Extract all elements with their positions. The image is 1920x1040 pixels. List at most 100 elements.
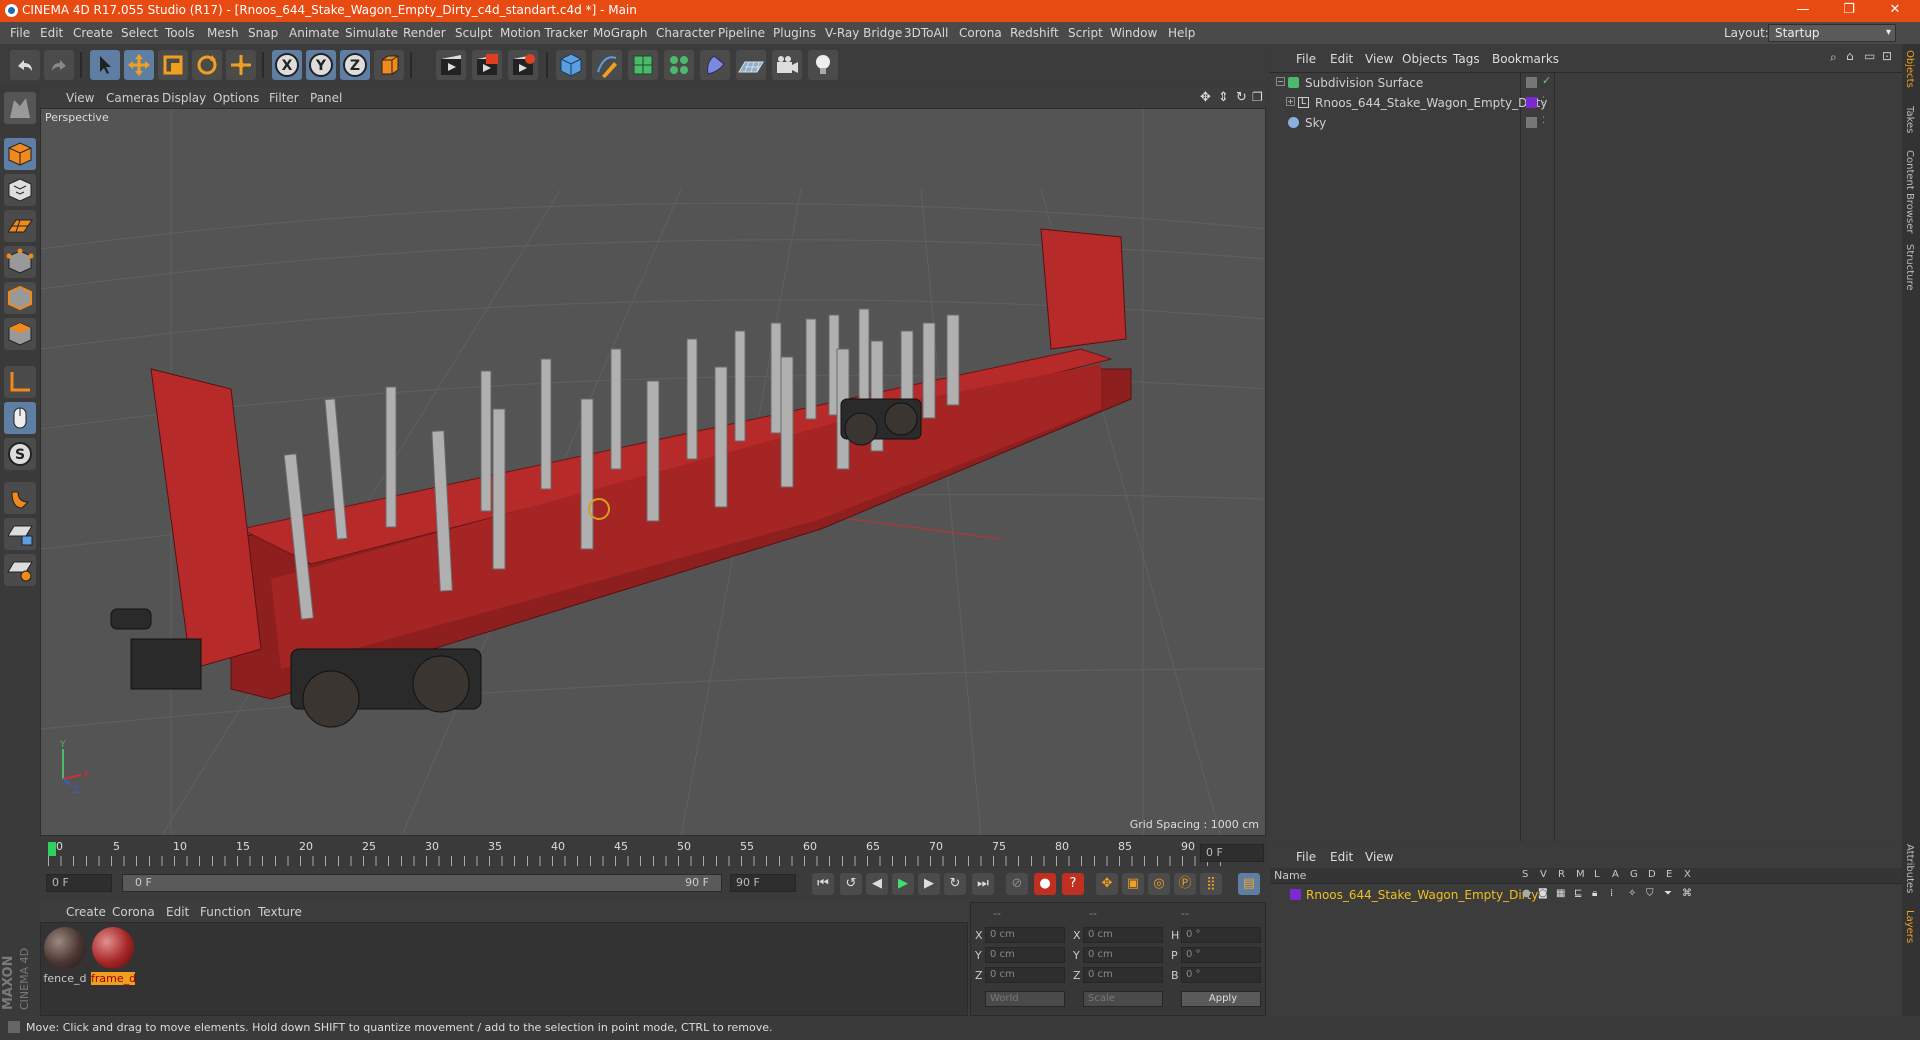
play-icon[interactable]: ▶ [892, 873, 914, 895]
objects-menu-bookmarks[interactable]: Bookmarks [1492, 52, 1559, 66]
layer-tag-icon[interactable] [1526, 117, 1537, 128]
expression-flag-icon[interactable]: ⏷ [1664, 888, 1672, 899]
deformer-flag-icon[interactable]: ⛉ [1646, 888, 1654, 899]
objects-menu-file[interactable]: File [1296, 52, 1316, 66]
subdivision-icon[interactable] [628, 50, 658, 80]
viewport-zoom-icon[interactable]: ⇕ [1218, 90, 1229, 105]
menu-sculpt[interactable]: Sculpt [455, 26, 492, 40]
solo-flag-icon[interactable]: ● [1522, 888, 1531, 899]
menu-window[interactable]: Window [1110, 26, 1157, 40]
material-menu-texture[interactable]: Texture [258, 905, 302, 919]
lock-flag-icon[interactable]: 🔒︎ [1592, 888, 1597, 899]
floor-icon[interactable] [736, 50, 766, 80]
menu-tools[interactable]: Tools [165, 26, 195, 40]
move-alt-icon[interactable] [226, 50, 256, 80]
tweak-mode-icon[interactable] [4, 402, 36, 434]
frame-range-slider[interactable]: 0 F 90 F [122, 874, 722, 892]
snap-icon[interactable]: S [4, 438, 36, 470]
x-axis-icon[interactable]: X [272, 50, 302, 80]
collapse-icon[interactable]: − [1276, 77, 1285, 86]
menu-file[interactable]: File [10, 26, 30, 40]
viewport-menu-panel[interactable]: Panel [310, 91, 342, 105]
viewport-rotate-icon[interactable]: ↻ [1236, 90, 1247, 105]
axis-mode-icon[interactable] [4, 366, 36, 398]
layers-menu-view[interactable]: View [1365, 850, 1393, 864]
planar-workplane-icon[interactable] [4, 554, 36, 586]
material-menu-corona[interactable]: Corona [112, 905, 155, 919]
home-icon[interactable]: ⌂ [1846, 49, 1854, 63]
timeline-ruler[interactable]: 0 5 10 15 20 25 30 35 40 45 50 55 60 65 … [40, 840, 1266, 868]
rotation-b-field[interactable]: 0 ° [1181, 967, 1261, 983]
tab-attributes[interactable]: Attributes [1904, 844, 1915, 893]
tab-objects[interactable]: Objects [1904, 50, 1915, 88]
menu-simulate[interactable]: Simulate [345, 26, 398, 40]
menu-motion-tracker[interactable]: Motion Tracker [500, 26, 588, 40]
object-row-subdivision-surface[interactable]: − Subdivision Surface ✓ [1270, 74, 1902, 94]
position-z-field[interactable]: 0 cm [985, 967, 1065, 983]
material-menu-function[interactable]: Function [200, 905, 251, 919]
viewport-menu-options[interactable]: Options [213, 91, 259, 105]
render-flag-icon[interactable]: ▦ [1556, 888, 1565, 899]
move-icon[interactable] [124, 50, 154, 80]
layout-select[interactable]: Startup [1768, 24, 1896, 42]
search-icon[interactable]: ⌕ [1830, 50, 1837, 65]
menu-plugins[interactable]: Plugins [773, 26, 816, 40]
rotate-icon[interactable] [192, 50, 222, 80]
position-x-field[interactable]: 0 cm [985, 927, 1065, 943]
select-arrow-icon[interactable] [90, 50, 120, 80]
go-to-start-icon[interactable]: ⏮ [812, 873, 834, 895]
texture-mode-icon[interactable] [4, 174, 36, 206]
viewport-menu-display[interactable]: Display [162, 91, 206, 105]
viewport-maximize-icon[interactable]: ❐ [1252, 90, 1263, 104]
generator-flag-icon[interactable]: ✧ [1628, 888, 1636, 899]
menu-edit[interactable]: Edit [40, 26, 63, 40]
menu-snap[interactable]: Snap [248, 26, 278, 40]
objects-menu-tags[interactable]: Tags [1453, 52, 1480, 66]
animation-flag-icon[interactable]: ⁞ [1610, 888, 1613, 899]
render-picture-queue-icon[interactable] [472, 50, 502, 80]
panel-options-icon[interactable]: ⊡ [1882, 49, 1892, 63]
object-row-sky[interactable]: Sky ⁚ [1270, 114, 1902, 134]
make-editable-icon[interactable] [4, 92, 36, 124]
apply-button[interactable]: Apply [1181, 991, 1261, 1007]
visibility-dots-icon[interactable]: ⁚ [1542, 96, 1545, 106]
start-frame-field[interactable]: 0 F [46, 874, 112, 892]
end-frame-field[interactable]: 90 F [730, 874, 796, 892]
menu-mesh[interactable]: Mesh [207, 26, 239, 40]
camera-icon[interactable] [772, 50, 802, 80]
cloner-icon[interactable] [664, 50, 694, 80]
cube-icon[interactable] [556, 50, 586, 80]
layer-color-icon[interactable] [1526, 97, 1537, 108]
pen-icon[interactable] [592, 50, 622, 80]
enabled-check-icon[interactable]: ✓ [1542, 74, 1551, 87]
perspective-viewport[interactable]: Y X Z Perspective Grid Spacing : 1000 cm [40, 108, 1266, 836]
key-pla-icon[interactable]: ⣿ [1200, 873, 1222, 895]
render-view-icon[interactable] [436, 50, 466, 80]
new-view-icon[interactable]: ▭ [1864, 49, 1875, 63]
key-position-icon[interactable]: ✥ [1096, 873, 1118, 895]
material-frame-d[interactable]: frame_d [91, 927, 136, 987]
world-coord-icon[interactable] [374, 50, 404, 80]
visible-flag-icon[interactable]: ◙ [1538, 888, 1548, 899]
menu-vray-bridge[interactable]: V-Ray Bridge [825, 26, 902, 40]
menu-select[interactable]: Select [121, 26, 158, 40]
material-menu-create[interactable]: Create [66, 905, 106, 919]
render-settings-icon[interactable] [508, 50, 538, 80]
layers-menu-file[interactable]: File [1296, 850, 1316, 864]
tab-layers[interactable]: Layers [1904, 910, 1915, 943]
playhead-marker[interactable] [48, 842, 56, 856]
timeline-window-icon[interactable]: ▤ [1238, 873, 1260, 895]
objects-menu-view[interactable]: View [1365, 52, 1393, 66]
restore-button[interactable]: ❐ [1826, 0, 1872, 22]
coord-mode-select[interactable]: Scale [1083, 991, 1163, 1007]
magnet-icon[interactable] [4, 482, 36, 514]
menu-3dtoall[interactable]: 3DToAll [904, 26, 948, 40]
menu-help[interactable]: Help [1168, 26, 1195, 40]
size-z-field[interactable]: 0 cm [1083, 967, 1163, 983]
workplane-icon[interactable] [4, 210, 36, 242]
tab-takes[interactable]: Takes [1904, 106, 1915, 133]
menu-create[interactable]: Create [73, 26, 113, 40]
previous-key-icon[interactable]: ↺ [840, 873, 862, 895]
xref-flag-icon[interactable]: ⌘ [1682, 888, 1692, 899]
size-x-field[interactable]: 0 cm [1083, 927, 1163, 943]
